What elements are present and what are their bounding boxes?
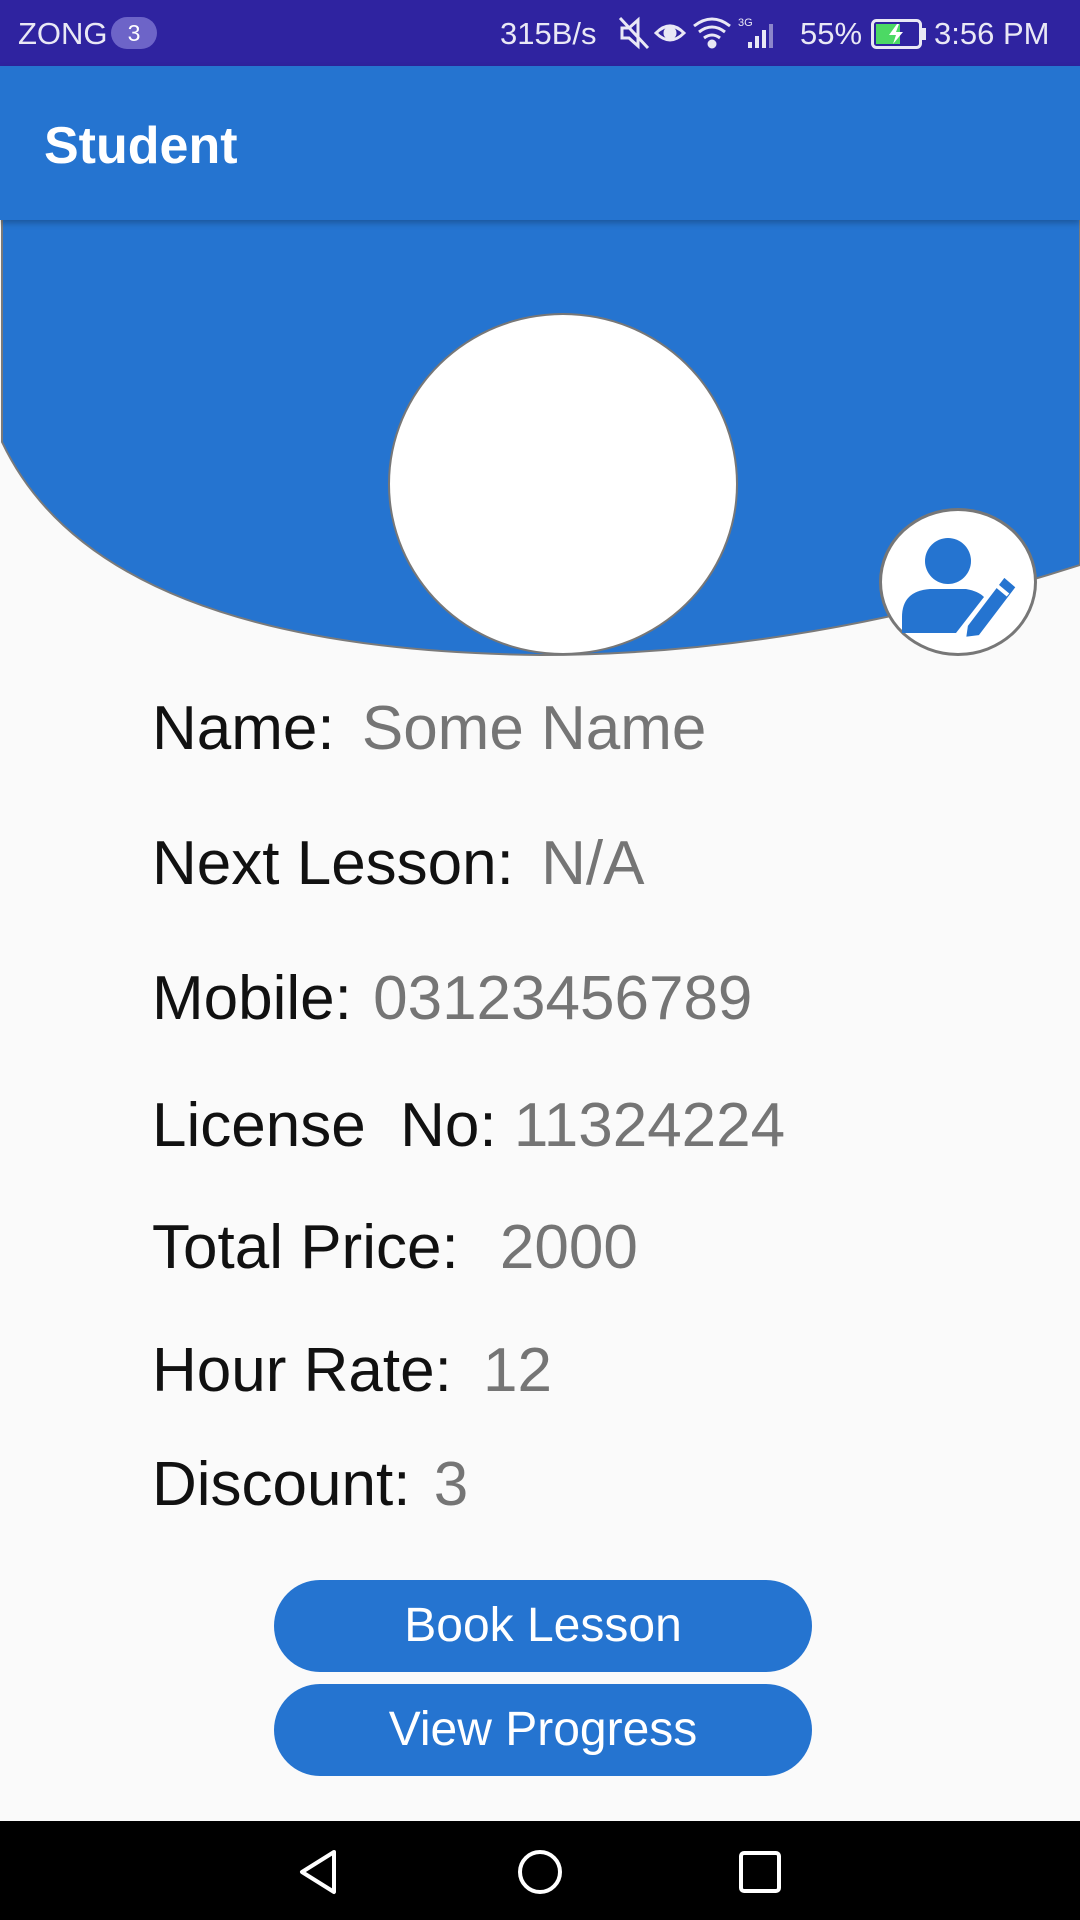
- sim-badge: 3: [111, 17, 157, 49]
- view-progress-button[interactable]: View Progress: [274, 1684, 812, 1776]
- status-bar: ZONG 3 315B/s 3G 55% 3:56 PM: [0, 0, 1080, 66]
- field-hour-rate: Hour Rate: 12: [152, 1335, 552, 1406]
- recents-icon[interactable]: [735, 1847, 785, 1897]
- field-mobile-value: 03123456789: [373, 964, 753, 1033]
- battery-percent: 55%: [800, 16, 863, 51]
- clock: 3:56 PM: [934, 16, 1050, 51]
- svg-text:3G: 3G: [738, 17, 753, 29]
- field-license-no-label: License No:: [152, 1091, 497, 1160]
- signal-3g-icon: 3G: [738, 17, 773, 48]
- field-name: Name: Some Name: [152, 693, 706, 764]
- battery-charging-icon: [871, 19, 926, 49]
- app-bar: Student: [0, 66, 1080, 220]
- field-discount-value: 3: [433, 1450, 469, 1519]
- field-name-label: Name:: [152, 694, 335, 763]
- network-speed: 315B/s: [500, 16, 597, 51]
- field-license-no-value: 11324224: [513, 1091, 786, 1160]
- book-lesson-button[interactable]: Book Lesson: [274, 1580, 812, 1672]
- field-license-no: License No: 11324224: [152, 1090, 785, 1161]
- avatar[interactable]: [388, 313, 738, 655]
- field-total-price-label: Total Price:: [152, 1213, 459, 1282]
- field-total-price-value: 2000: [499, 1213, 638, 1282]
- field-mobile: Mobile: 03123456789: [152, 963, 752, 1034]
- field-next-lesson-label: Next Lesson:: [152, 829, 514, 898]
- eye-icon: [653, 24, 687, 42]
- carrier-name: ZONG: [18, 16, 108, 51]
- field-next-lesson: Next Lesson: N/A: [152, 828, 644, 899]
- field-next-lesson-value: N/A: [541, 829, 645, 898]
- field-hour-rate-value: 12: [483, 1336, 553, 1405]
- field-mobile-label: Mobile:: [152, 964, 352, 1033]
- navigation-bar: [0, 1821, 1080, 1920]
- field-name-value: Some Name: [361, 694, 707, 763]
- back-icon[interactable]: [294, 1847, 344, 1897]
- field-total-price: Total Price: 2000: [152, 1212, 638, 1283]
- user-edit-icon: [902, 538, 1020, 639]
- field-discount-label: Discount:: [152, 1450, 411, 1519]
- mute-icon: [618, 16, 650, 50]
- edit-profile-button[interactable]: [879, 508, 1037, 656]
- field-hour-rate-label: Hour Rate:: [152, 1336, 452, 1405]
- status-icons: 3G: [618, 16, 773, 50]
- home-icon[interactable]: [515, 1847, 565, 1897]
- page-title: Student: [44, 117, 238, 175]
- wifi-icon: [693, 17, 731, 49]
- field-discount: Discount: 3: [152, 1449, 468, 1520]
